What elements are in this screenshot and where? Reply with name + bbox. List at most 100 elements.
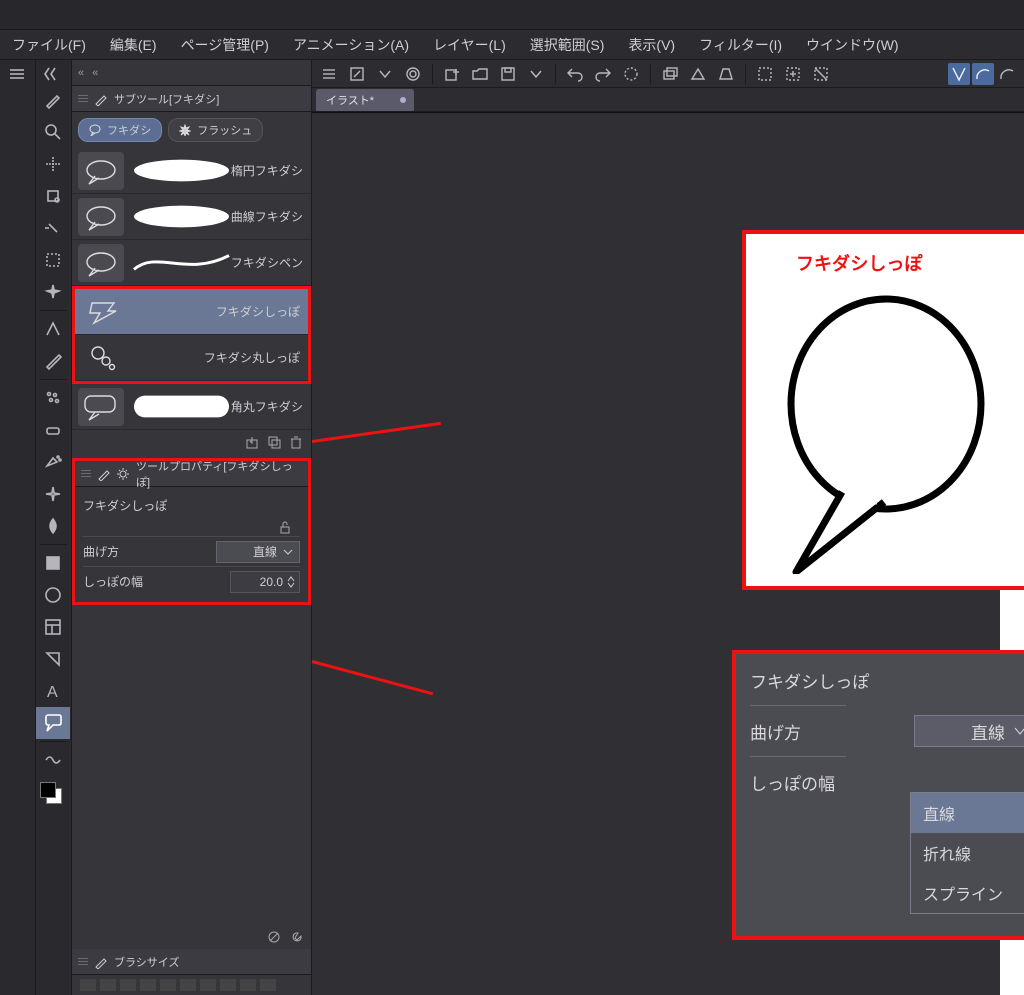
marquee-invert-icon[interactable] (810, 63, 832, 85)
object-tool-icon[interactable] (36, 180, 70, 212)
panel-grip-icon[interactable] (78, 95, 88, 102)
reset-icon[interactable] (267, 930, 281, 944)
layers-icon[interactable] (659, 63, 681, 85)
open-icon[interactable] (469, 63, 491, 85)
ruler-snap-icon[interactable] (972, 63, 994, 85)
lock-icon[interactable] (278, 520, 292, 534)
subtool-balloon-round-tail[interactable]: フキダシ丸しっぽ (75, 335, 308, 381)
import-icon[interactable] (245, 435, 259, 449)
pointed-tail-balloon-icon (766, 284, 996, 574)
document-tab-bar: イラスト* (312, 88, 1024, 112)
bend-select[interactable]: 直線 (216, 541, 300, 563)
ruler-snap-2-icon[interactable] (996, 63, 1018, 85)
menu-page[interactable]: ページ管理(P) (181, 35, 269, 55)
balloon-tool-icon[interactable] (36, 707, 70, 739)
brush-icon (94, 955, 108, 969)
color-swatch[interactable] (40, 782, 62, 804)
brush-size-presets[interactable] (72, 975, 311, 995)
brush-tool-icon[interactable] (36, 84, 70, 116)
blend-tool-icon[interactable] (36, 510, 70, 542)
fill-rect-tool-icon[interactable] (36, 547, 70, 579)
subtool-curve-balloon[interactable]: 曲線フキダシ (72, 194, 311, 240)
tail-width-stepper[interactable]: 20.0 (230, 571, 300, 593)
hand-tool-icon[interactable] (36, 212, 70, 244)
canvas-area: イラスト* フキダシしっぽ フキダシ丸しっぽ フキダ (312, 60, 1024, 995)
erase-icon[interactable] (620, 63, 642, 85)
main-toolbar (312, 60, 1024, 88)
chevron-down-icon[interactable] (287, 582, 295, 588)
gear-icon[interactable] (116, 467, 130, 481)
undo-icon[interactable] (564, 63, 586, 85)
edit-icon[interactable] (346, 63, 368, 85)
annotation-tool-property-box: フキダシしっぽ 曲げ方 直線 しっぽの幅 直線 折れ線 スプライン (732, 650, 1024, 940)
annotation-bend-select[interactable]: 直線 (914, 715, 1024, 747)
subtool-balloon-tail[interactable]: フキダシしっぽ (75, 289, 308, 335)
rounded-balloon-thumb-icon (78, 388, 124, 426)
menu-view[interactable]: 表示(V) (628, 35, 675, 55)
move-tool-icon[interactable] (36, 148, 70, 180)
polygon-tool-icon[interactable] (36, 643, 70, 675)
collapse-left-icon-2[interactable]: « (92, 67, 98, 79)
svg-text:A: A (47, 684, 58, 701)
marquee-tool-icon[interactable] (36, 244, 70, 276)
circle-tool-icon[interactable] (36, 579, 70, 611)
sync-icon[interactable] (402, 63, 424, 85)
round-tail-balloon-icon (1008, 284, 1024, 574)
subtool-ellipse-balloon[interactable]: 楕円フキダシ (72, 148, 311, 194)
perspective-icon[interactable] (715, 63, 737, 85)
new-layer-icon[interactable] (441, 63, 463, 85)
annotation-tail-heading: フキダシしっぽ (796, 250, 922, 276)
wand-tool-icon[interactable] (36, 276, 70, 308)
menu-edit[interactable]: 編集(E) (110, 35, 157, 55)
pencil-tool-icon[interactable] (36, 345, 70, 377)
chevron-down-icon[interactable] (525, 63, 547, 85)
liquify-tool-icon[interactable] (36, 744, 70, 776)
pen-tool-icon[interactable] (36, 313, 70, 345)
text-tool-icon[interactable]: A (36, 675, 70, 707)
marquee-add-icon[interactable] (782, 63, 804, 85)
grip-icon[interactable] (0, 64, 34, 84)
airbrush-tool-icon[interactable] (36, 446, 70, 478)
tail-width-value: 20.0 (260, 575, 283, 589)
marquee-icon[interactable] (754, 63, 776, 85)
save-icon[interactable] (497, 63, 519, 85)
magnifier-tool-icon[interactable] (36, 116, 70, 148)
subtool-balloon-pen[interactable]: フキダシペン (72, 240, 311, 286)
panel-grip-icon[interactable] (81, 470, 91, 477)
menu-anim[interactable]: アニメーション(A) (293, 35, 409, 55)
tool-property-footer (72, 925, 311, 949)
wrench-icon[interactable] (289, 930, 303, 944)
menu-layer[interactable]: レイヤー(L) (433, 35, 506, 55)
brush-edit-icon[interactable] (94, 92, 108, 106)
compose-icon[interactable] (687, 63, 709, 85)
subtool-panel-footer (72, 430, 311, 454)
dropdown-option-polyline[interactable]: 折れ線 (911, 833, 1024, 873)
menu-file[interactable]: ファイル(F) (12, 35, 86, 55)
subtool-tab-flash[interactable]: フラッシュ (168, 118, 263, 142)
dropdown-option-spline[interactable]: スプライン (911, 873, 1024, 913)
frame-tool-icon[interactable] (36, 611, 70, 643)
trash-icon[interactable] (289, 435, 303, 449)
collapse-icon[interactable] (36, 64, 70, 84)
duplicate-icon[interactable] (267, 435, 281, 449)
menu-icon[interactable] (318, 63, 340, 85)
menu-select[interactable]: 選択範囲(S) (530, 35, 605, 55)
collapse-left-icon[interactable]: « (78, 67, 84, 79)
subtool-panel-header: サブツール[フキダシ] (72, 86, 311, 112)
snap-on-icon[interactable] (948, 63, 970, 85)
subtool-tab-flash-label: フラッシュ (197, 122, 252, 138)
twinkle-tool-icon[interactable] (36, 478, 70, 510)
chevron-down-icon[interactable] (374, 63, 396, 85)
brush-edit-icon[interactable] (97, 467, 111, 481)
dropdown-option-straight[interactable]: 直線 (911, 793, 1024, 833)
menu-filter[interactable]: フィルター(I) (699, 35, 782, 55)
redo-icon[interactable] (592, 63, 614, 85)
burst-icon (179, 124, 191, 136)
panel-grip-icon[interactable] (78, 958, 88, 965)
subtool-tab-balloon[interactable]: フキダシ (78, 118, 162, 142)
pattern-spray-icon[interactable] (36, 382, 70, 414)
eraser-tool-icon[interactable] (36, 414, 70, 446)
document-tab[interactable]: イラスト* (316, 89, 414, 111)
menu-window[interactable]: ウインドウ(W) (806, 35, 899, 55)
subtool-rounded-balloon[interactable]: 角丸フキダシ (72, 384, 311, 430)
